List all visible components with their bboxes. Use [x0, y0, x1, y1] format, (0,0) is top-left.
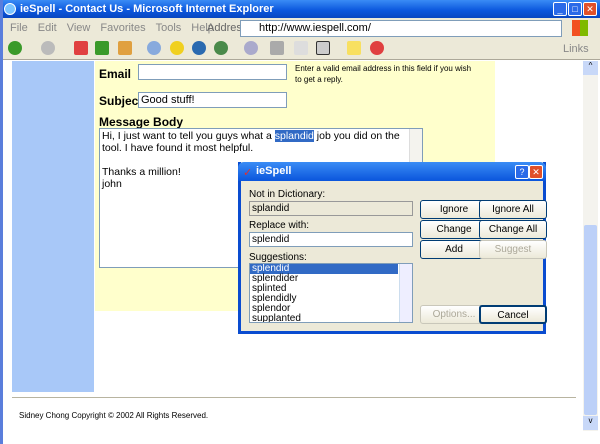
- suggestions-label: Suggestions:: [249, 252, 307, 263]
- address-url: http://www.iespell.com/: [259, 22, 371, 34]
- change-all-button[interactable]: Change All: [479, 220, 547, 239]
- windows-logo-icon: [572, 20, 588, 36]
- misspelled-word-highlight: splandid: [274, 130, 314, 142]
- footer-copyright: Sidney Chong Copyright © 2002 All Rights…: [19, 411, 209, 420]
- messenger-icon[interactable]: [370, 41, 384, 55]
- maximize-button[interactable]: □: [568, 2, 582, 16]
- scroll-down-button[interactable]: v: [583, 416, 598, 430]
- links-label[interactable]: Links: [563, 43, 589, 55]
- word-icon[interactable]: [316, 41, 330, 55]
- email-label: Email: [99, 67, 132, 81]
- body-text: Hi, I just want to tell you guys what a: [102, 130, 275, 142]
- replace-with-input[interactable]: [249, 232, 413, 247]
- home-icon[interactable]: [118, 41, 132, 55]
- window-title: ieSpell - Contact Us - Microsoft Interne…: [20, 3, 274, 15]
- scroll-up-button[interactable]: ^: [583, 61, 598, 75]
- menu-view[interactable]: View: [67, 22, 91, 34]
- not-in-dictionary-label: Not in Dictionary:: [249, 189, 326, 200]
- subject-label: Subject: [99, 94, 143, 108]
- email-input[interactable]: [138, 64, 287, 80]
- refresh-icon[interactable]: [95, 41, 109, 55]
- suggestions-list[interactable]: splendid splendider splinted splendidly …: [249, 263, 413, 323]
- subject-input[interactable]: [138, 92, 287, 108]
- dialog-title-bar: ieSpell: [238, 162, 546, 181]
- suggestions-scrollbar[interactable]: [399, 264, 412, 322]
- menu-tools[interactable]: Tools: [156, 22, 182, 34]
- dialog-close-button[interactable]: ✕: [529, 165, 543, 179]
- footer-divider: [12, 397, 576, 398]
- search-icon[interactable]: [147, 41, 161, 55]
- ie-icon: [4, 3, 16, 15]
- message-body-label: Message Body: [99, 115, 184, 129]
- menu-file[interactable]: File: [10, 22, 28, 34]
- favorites-icon[interactable]: [170, 41, 184, 55]
- back-icon[interactable]: [8, 41, 22, 55]
- left-sidebar: [12, 61, 94, 392]
- dialog-title: ieSpell: [256, 165, 292, 177]
- address-bar[interactable]: http://www.iespell.com/: [240, 20, 562, 37]
- close-button[interactable]: ✕: [583, 2, 597, 16]
- menu-favorites[interactable]: Favorites: [100, 22, 145, 34]
- cancel-button[interactable]: Cancel: [479, 305, 547, 324]
- dialog-help-button[interactable]: ?: [515, 165, 529, 179]
- menu-edit[interactable]: Edit: [38, 22, 57, 34]
- change-button[interactable]: Change: [420, 220, 488, 239]
- mail-icon[interactable]: [244, 41, 258, 55]
- note-icon[interactable]: [347, 41, 361, 55]
- stop-icon[interactable]: [74, 41, 88, 55]
- not-in-dictionary-field: splandid: [249, 201, 413, 216]
- options-button[interactable]: Options...: [420, 305, 488, 324]
- forward-icon[interactable]: [41, 41, 55, 55]
- history-icon[interactable]: [214, 41, 228, 55]
- scroll-thumb[interactable]: [584, 225, 597, 415]
- suggestion-item[interactable]: supplanted: [250, 314, 412, 323]
- media-icon[interactable]: [192, 41, 206, 55]
- not-in-dictionary-value: splandid: [252, 203, 290, 214]
- email-hint: Enter a valid email address in this fiel…: [295, 64, 472, 84]
- window-title-bar: ieSpell - Contact Us - Microsoft Interne…: [0, 0, 600, 18]
- iespell-logo-icon: ✓: [243, 167, 253, 179]
- add-button[interactable]: Add: [420, 240, 488, 259]
- replace-with-label: Replace with:: [249, 220, 310, 231]
- ignore-all-button[interactable]: Ignore All: [479, 200, 547, 219]
- minimize-button[interactable]: _: [553, 2, 567, 16]
- body-line-4: john: [102, 178, 122, 190]
- body-line-3: Thanks a million!: [102, 166, 181, 178]
- ignore-button[interactable]: Ignore: [420, 200, 488, 219]
- suggest-button[interactable]: Suggest: [479, 240, 547, 259]
- spellcheck-icon[interactable]: [294, 41, 308, 55]
- print-icon[interactable]: [270, 41, 284, 55]
- page-scrollbar[interactable]: ^ v: [583, 61, 598, 431]
